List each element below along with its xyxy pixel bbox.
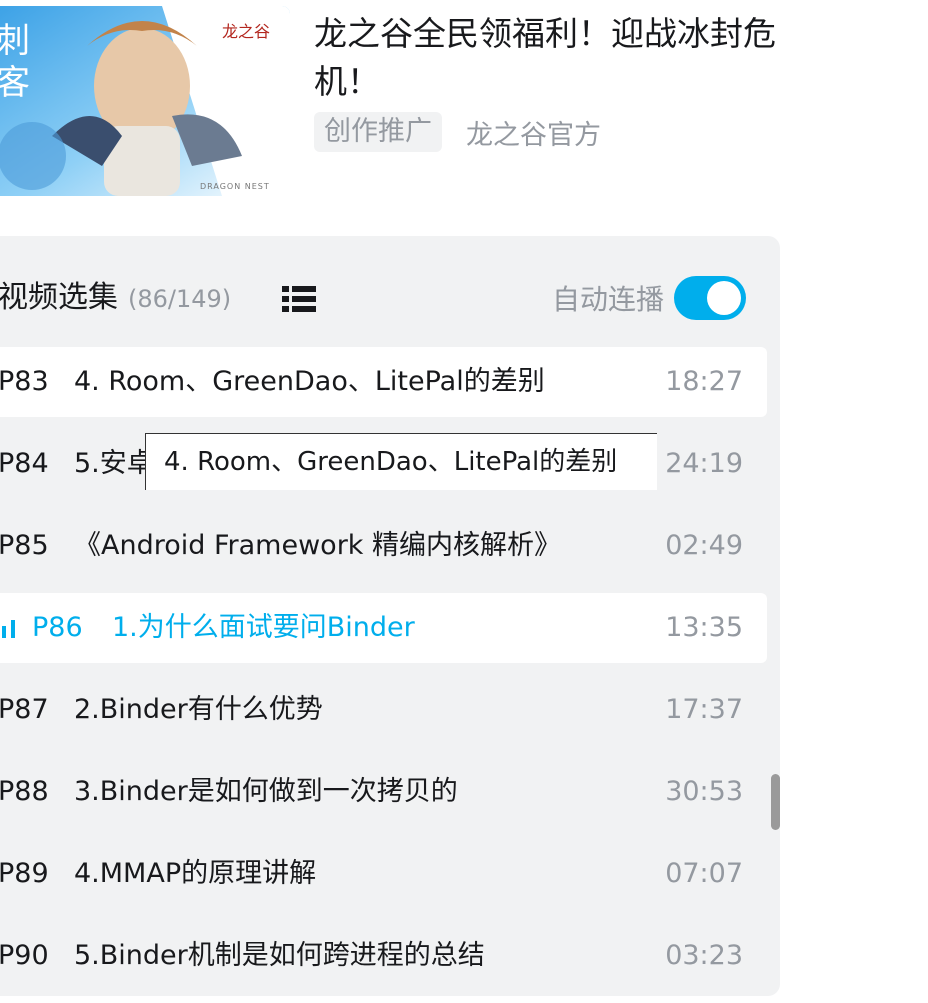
episode-duration: 03:23 — [665, 940, 743, 971]
episode-index: P84 — [0, 448, 49, 479]
playing-bars-icon — [2, 620, 15, 638]
episode-list-scrollbar[interactable] — [771, 774, 780, 830]
ad-thumb-side-text: 刺客 — [0, 21, 30, 103]
episode-duration: 07:07 — [665, 858, 743, 889]
autoplay-toggle[interactable] — [674, 276, 746, 320]
episode-duration: 02:49 — [665, 530, 743, 561]
episode-title: 1.为什么面试要问Binder — [112, 612, 415, 643]
episode-title: 5.安卓 — [74, 448, 154, 479]
ad-uploader[interactable]: 龙之谷官方 — [466, 113, 601, 152]
episode-index: P90 — [0, 940, 49, 971]
episode-panel-title-text: 视频选集 — [0, 280, 118, 315]
episode-count: (86/149) — [128, 285, 232, 313]
episode-index: P86 — [32, 612, 83, 643]
episode-row[interactable]: P90 5.Binder机制是如何跨进程的总结 03:23 — [0, 921, 767, 991]
episode-index: P89 — [0, 858, 49, 889]
episode-duration: 30:53 — [665, 776, 743, 807]
ad-title[interactable]: 龙之谷全民领福利！迎战冰封危机！ — [314, 10, 784, 106]
episode-index: P85 — [0, 530, 49, 561]
episode-title: 《Android Framework 精编内核解析》 — [74, 530, 562, 561]
list-icon[interactable] — [282, 286, 316, 312]
autoplay-toggle-knob — [707, 281, 741, 315]
episode-row[interactable]: P85 《Android Framework 精编内核解析》 02:49 — [0, 511, 767, 581]
autoplay-control: 自动连播 — [552, 276, 746, 320]
episode-row[interactable]: P88 3.Binder是如何做到一次拷贝的 30:53 — [0, 757, 767, 827]
ad-thumb-caption: DRAGON NEST — [200, 182, 270, 191]
episode-index: P87 — [0, 694, 49, 725]
episode-title: 4.MMAP的原理讲解 — [74, 858, 317, 889]
episode-panel: 视频选集 (86/149) 自动连播 P83 4. Room、GreenDao、L… — [0, 236, 780, 996]
autoplay-label: 自动连播 — [551, 283, 664, 316]
episode-index: P88 — [0, 776, 49, 807]
ad-thumbnail[interactable]: 刺客 龙之谷 DRAGON NEST — [0, 6, 290, 196]
ad-card[interactable]: 刺客 龙之谷 DRAGON NEST 龙之谷全民领福利！迎战冰封危机！ 创作推广… — [0, 0, 780, 200]
episode-row-active[interactable]: P86 1.为什么面试要问Binder 13:35 — [0, 593, 767, 663]
ad-tag: 创作推广 — [314, 112, 442, 152]
episode-duration: 13:35 — [665, 612, 743, 643]
ad-thumb-logo: 龙之谷 — [222, 22, 271, 41]
episode-title: 4. Room、GreenDao、LitePal的差别 — [74, 366, 545, 397]
episode-row[interactable]: P83 4. Room、GreenDao、LitePal的差别 18:27 — [0, 347, 767, 417]
episode-duration: 17:37 — [665, 694, 743, 725]
episode-title: 3.Binder是如何做到一次拷贝的 — [74, 776, 458, 807]
episode-duration: 24:19 — [665, 448, 743, 479]
episode-panel-header: 视频选集 (86/149) 自动连播 — [0, 236, 780, 346]
episode-row[interactable]: P87 2.Binder有什么优势 17:37 — [0, 675, 767, 745]
episode-title: 2.Binder有什么优势 — [74, 694, 323, 725]
episode-duration: 18:27 — [665, 366, 743, 397]
episode-title: 5.Binder机制是如何跨进程的总结 — [74, 940, 485, 971]
episode-row[interactable]: P89 4.MMAP的原理讲解 07:07 — [0, 839, 767, 909]
ad-meta: 创作推广 龙之谷官方 — [314, 112, 601, 152]
episode-index: P83 — [0, 366, 49, 397]
episode-title-tooltip: 4. Room、GreenDao、LitePal的差别 — [145, 433, 657, 490]
episode-panel-title: 视频选集 (86/149) — [0, 278, 231, 319]
